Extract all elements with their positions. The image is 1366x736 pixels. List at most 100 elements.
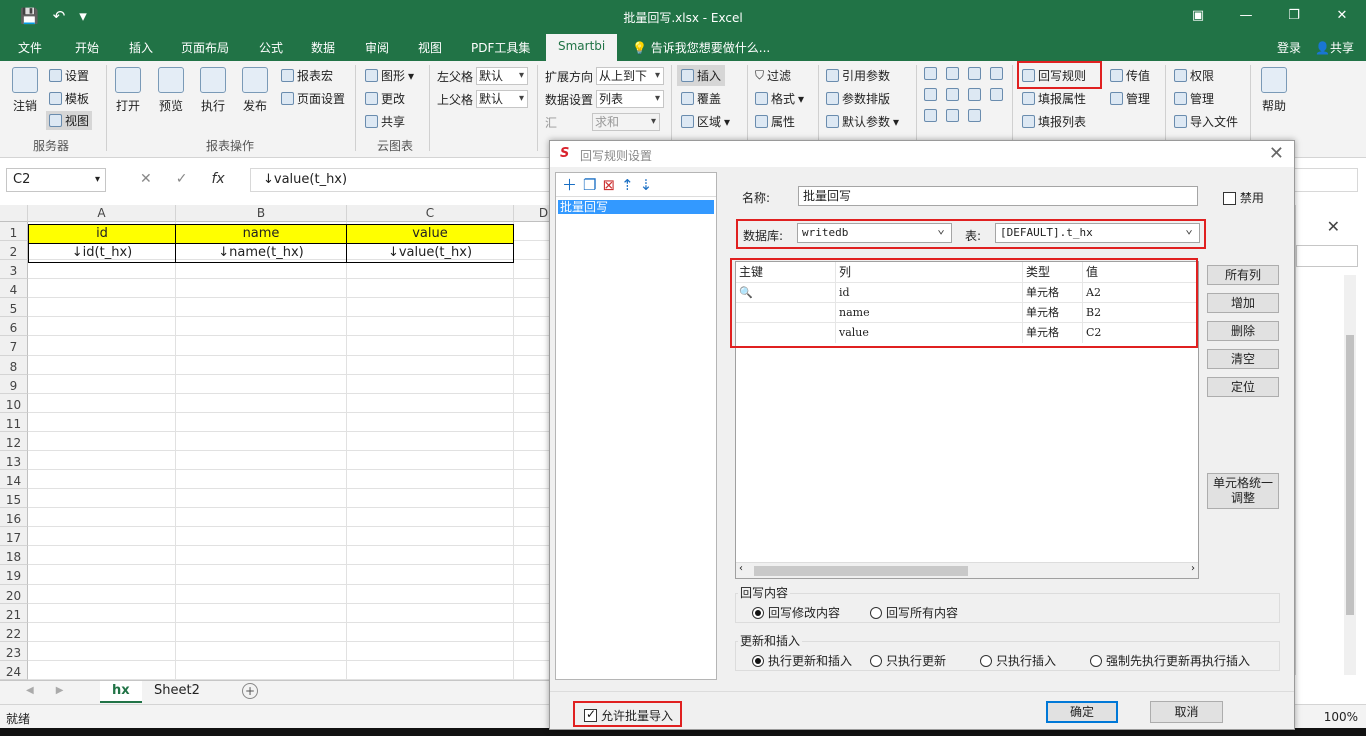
- data-setting-dropdown[interactable]: 列表: [596, 90, 665, 108]
- logout-button[interactable]: 注销: [5, 65, 45, 114]
- rule-name-input[interactable]: 批量回写: [798, 186, 1198, 206]
- column-header-c[interactable]: C: [347, 205, 514, 222]
- pane-scrollbar-thumb[interactable]: [1346, 335, 1354, 615]
- rule-list-item[interactable]: 批量回写: [558, 200, 714, 214]
- cell[interactable]: [347, 393, 514, 413]
- radio-write-all[interactable]: 回写所有内容: [870, 604, 958, 621]
- date-control-icon[interactable]: [990, 67, 1003, 80]
- cell[interactable]: [347, 374, 514, 394]
- cancel-entry-icon[interactable]: ✕: [140, 171, 152, 187]
- cell[interactable]: [28, 260, 176, 280]
- add-sheet-icon[interactable]: +: [242, 683, 258, 699]
- row-header[interactable]: 16: [0, 508, 28, 528]
- close-button[interactable]: ✕: [1318, 0, 1366, 32]
- move-down-icon[interactable]: ⇣: [640, 176, 653, 194]
- cell[interactable]: [176, 641, 347, 661]
- cell[interactable]: [28, 622, 176, 642]
- report-macro-button[interactable]: 报表宏: [281, 67, 333, 84]
- fill-list-button[interactable]: 填报列表: [1022, 113, 1086, 130]
- ok-button[interactable]: 确定: [1046, 701, 1118, 723]
- row-header[interactable]: 21: [0, 603, 28, 623]
- row-header[interactable]: 15: [0, 489, 28, 509]
- cell[interactable]: [176, 508, 347, 528]
- row-header[interactable]: 11: [0, 412, 28, 432]
- ref-param-button[interactable]: 引用参数: [826, 67, 890, 84]
- tab-review[interactable]: 审阅: [365, 39, 389, 56]
- radio-write-modified[interactable]: 回写修改内容: [752, 604, 840, 621]
- cloud-share-button[interactable]: 共享: [365, 113, 405, 130]
- cell[interactable]: [28, 565, 176, 585]
- ribbon-display-options-icon[interactable]: ▣: [1174, 0, 1222, 32]
- cell[interactable]: [28, 355, 176, 375]
- cell[interactable]: [176, 584, 347, 604]
- cell[interactable]: [176, 489, 347, 509]
- locate-button[interactable]: 定位: [1207, 377, 1279, 397]
- view-button[interactable]: 视图: [46, 111, 93, 130]
- row-header[interactable]: 6: [0, 317, 28, 337]
- column-header-b[interactable]: B: [176, 205, 347, 222]
- cell[interactable]: [176, 279, 347, 299]
- cell[interactable]: [28, 317, 176, 337]
- cell-a1[interactable]: id: [28, 224, 176, 244]
- sheet-tab-hx[interactable]: hx: [100, 681, 142, 703]
- cell[interactable]: [28, 393, 176, 413]
- minimize-button[interactable]: —: [1222, 0, 1270, 32]
- row-header[interactable]: 2: [0, 241, 28, 261]
- cell[interactable]: [347, 336, 514, 356]
- transfer-manage-button[interactable]: 管理: [1110, 90, 1150, 107]
- share-button[interactable]: 👤共享: [1315, 39, 1354, 56]
- scroll-left-icon[interactable]: ◀: [26, 685, 34, 696]
- dialog-close-icon[interactable]: ✕: [1269, 143, 1284, 164]
- insert-function-icon[interactable]: fx: [211, 171, 224, 187]
- unify-cells-button[interactable]: 单元格统一 调整: [1207, 473, 1279, 509]
- publish-button[interactable]: 发布: [235, 65, 275, 114]
- cell[interactable]: [347, 412, 514, 432]
- cell-b1[interactable]: name: [175, 224, 347, 244]
- clear-button[interactable]: 清空: [1207, 349, 1279, 369]
- row-header[interactable]: 7: [0, 336, 28, 356]
- cell[interactable]: [347, 260, 514, 280]
- cell[interactable]: [28, 450, 176, 471]
- template-button[interactable]: 模板: [49, 90, 89, 107]
- row-header[interactable]: 8: [0, 355, 28, 375]
- tab-formulas[interactable]: 公式: [259, 39, 283, 56]
- cancel-button[interactable]: 取消: [1150, 701, 1223, 723]
- cell[interactable]: [176, 260, 347, 280]
- disable-checkbox[interactable]: [1223, 192, 1236, 205]
- tab-pdf-tools[interactable]: PDF工具集: [471, 39, 530, 56]
- add-rule-icon[interactable]: ＋: [562, 174, 577, 195]
- left-parent-dropdown[interactable]: 默认: [476, 67, 529, 85]
- text-control-icon[interactable]: [968, 109, 981, 122]
- cell[interactable]: [28, 603, 176, 623]
- settings-button[interactable]: 设置: [49, 67, 89, 84]
- cell[interactable]: [347, 355, 514, 375]
- row-header[interactable]: 24: [0, 660, 28, 680]
- login-link[interactable]: 登录: [1277, 39, 1301, 56]
- cell[interactable]: [176, 565, 347, 585]
- top-parent-dropdown[interactable]: 默认: [476, 90, 529, 108]
- row-header[interactable]: 18: [0, 546, 28, 566]
- tab-file[interactable]: 文件: [18, 39, 42, 56]
- aggregate-dropdown[interactable]: 求和: [592, 113, 661, 131]
- select-all-corner[interactable]: [0, 205, 28, 222]
- cell-c1[interactable]: value: [346, 224, 514, 244]
- row-header[interactable]: 20: [0, 584, 28, 604]
- name-box[interactable]: C2: [6, 168, 106, 192]
- cell[interactable]: [176, 374, 347, 394]
- tab-insert[interactable]: 插入: [129, 39, 153, 56]
- cell[interactable]: [176, 546, 347, 566]
- scroll-left-icon[interactable]: ‹: [739, 563, 743, 574]
- cell[interactable]: [347, 546, 514, 566]
- row-header[interactable]: 17: [0, 527, 28, 547]
- cell[interactable]: [176, 336, 347, 356]
- cell[interactable]: [176, 393, 347, 413]
- cell-a2[interactable]: ↓id(t_hx): [28, 244, 176, 263]
- row-header[interactable]: 5: [0, 298, 28, 318]
- restore-button[interactable]: ❐: [1270, 0, 1318, 32]
- cell[interactable]: [176, 355, 347, 375]
- delete-rule-icon[interactable]: ⊠: [602, 176, 615, 194]
- cell[interactable]: [347, 622, 514, 642]
- tab-page-layout[interactable]: 页面布局: [181, 39, 229, 56]
- image-control-icon[interactable]: [946, 88, 959, 101]
- row-header[interactable]: 13: [0, 450, 28, 471]
